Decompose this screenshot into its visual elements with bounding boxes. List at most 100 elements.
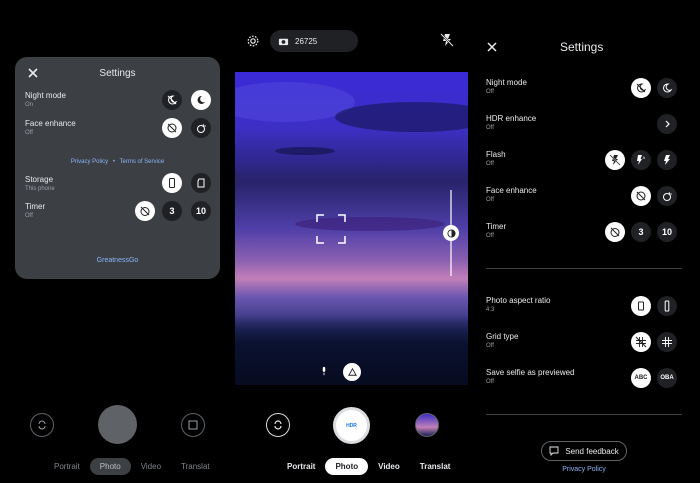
face-enhance-value: Off <box>486 197 494 203</box>
sd-card-icon[interactable] <box>191 173 211 193</box>
night-mode-on-icon[interactable] <box>657 78 677 98</box>
night-mode-value: Off <box>486 89 494 95</box>
grid-type-row: Grid type Off <box>486 332 518 349</box>
mode-translate[interactable]: Translat <box>410 458 461 475</box>
photo-count: 26725 <box>295 36 318 46</box>
storage-value: This phone <box>25 186 55 192</box>
save-selfie-value: Off <box>486 379 494 385</box>
sky-cloud <box>335 102 468 132</box>
flash-off-icon[interactable] <box>605 150 625 170</box>
mode-portrait-left[interactable]: Portrait <box>44 458 90 475</box>
timer-3s-option[interactable]: 3 <box>162 201 182 221</box>
aspect-4-3-icon[interactable] <box>631 296 651 316</box>
mode-photo-left[interactable]: Photo <box>89 458 131 475</box>
selfie-mirrored-option[interactable]: OBA <box>657 368 677 388</box>
mode-selector-left: Portrait Photo Video Translat <box>44 458 220 475</box>
brand-watermark: GreatnessGo <box>96 257 139 264</box>
camera-viewfinder[interactable] <box>235 72 468 385</box>
face-enhance-on-icon[interactable] <box>191 118 211 138</box>
selfie-as-previewed-option[interactable]: ABC <box>631 368 651 388</box>
legal-links: Privacy Policy • Terms of Service <box>15 159 220 165</box>
save-selfie-row: Save selfie as previewed Off <box>486 368 575 385</box>
chevron-right-icon[interactable] <box>657 114 677 134</box>
grid-off-icon[interactable] <box>631 332 651 352</box>
night-mode-row: Night mode Off <box>486 78 527 95</box>
timer-row: Timer Off <box>25 202 45 219</box>
shutter-button-left[interactable] <box>98 405 137 444</box>
settings-title: Settings <box>560 40 604 54</box>
face-enhance-label: Face enhance <box>486 186 537 195</box>
grid-3x3-icon[interactable] <box>657 332 677 352</box>
timer-3s-label: 3 <box>169 206 175 216</box>
gallery-icon <box>188 420 198 430</box>
shutter-button[interactable]: HDR <box>333 407 370 444</box>
face-enhance-row: Face enhance Off <box>25 119 76 136</box>
hdr-shutter-label: HDR <box>346 422 357 429</box>
timer-row: Timer Off <box>486 222 506 239</box>
terms-link[interactable]: Terms of Service <box>120 159 165 165</box>
flash-on-icon[interactable] <box>657 150 677 170</box>
timer-10s-option[interactable]: 10 <box>657 222 677 242</box>
selfie-as-previewed-label: ABC <box>634 375 648 381</box>
mode-portrait[interactable]: Portrait <box>277 458 325 475</box>
mode-translate-left[interactable]: Translat <box>171 458 220 475</box>
timer-10s-label: 10 <box>661 227 672 237</box>
send-feedback-button[interactable]: Send feedback <box>541 441 627 461</box>
zoom-slider-knob[interactable] <box>443 225 459 241</box>
timer-label: Timer <box>25 202 46 211</box>
switch-camera-button[interactable] <box>266 413 290 437</box>
settings-page: Settings Night mode Off HDR enhance Off … <box>468 0 700 483</box>
face-enhance-on-icon[interactable] <box>657 186 677 206</box>
night-mode-label: Night mode <box>25 91 66 100</box>
timer-10s-option[interactable]: 10 <box>191 201 211 221</box>
screen: Settings Night mode On Face enhance Off <box>0 0 700 483</box>
switch-camera-button-left[interactable] <box>30 413 54 437</box>
switch-camera-icon <box>38 420 46 430</box>
aspect-16-9-icon[interactable] <box>657 296 677 316</box>
night-mode-label: Night mode <box>486 78 527 87</box>
face-enhance-row: Face enhance Off <box>486 186 537 203</box>
night-mode-off-icon[interactable] <box>162 90 182 110</box>
gallery-button-left[interactable] <box>181 413 205 437</box>
flash-label: Flash <box>486 150 506 159</box>
privacy-policy-link[interactable]: Privacy Policy <box>71 159 108 165</box>
flash-row: Flash Off <box>486 150 506 167</box>
face-enhance-value: Off <box>25 130 33 136</box>
section-divider <box>486 268 682 269</box>
aspect-ratio-row: Photo aspect ratio 4:3 <box>486 296 550 313</box>
privacy-policy-link[interactable]: Privacy Policy <box>468 466 700 473</box>
aspect-ratio-label: Photo aspect ratio <box>486 296 551 305</box>
flash-auto-icon[interactable]: A <box>631 150 651 170</box>
face-enhance-off-icon[interactable] <box>631 186 651 206</box>
settings-gear-icon[interactable] <box>245 33 261 49</box>
camera-icon <box>278 38 289 45</box>
shapes-lens-icon[interactable] <box>343 363 361 381</box>
timer-off-icon[interactable] <box>135 201 155 221</box>
hdr-label: HDR enhance <box>486 114 537 123</box>
feedback-icon <box>549 446 559 456</box>
night-mode-off-icon[interactable] <box>631 78 651 98</box>
center-camera-view: 26725 HDR Portrait Photo Video Translat <box>235 0 468 483</box>
gallery-thumbnail[interactable] <box>415 413 439 437</box>
timer-10s-label: 10 <box>195 206 206 216</box>
mode-video-left[interactable]: Video <box>131 458 171 475</box>
close-icon[interactable] <box>486 41 498 53</box>
mode-video[interactable]: Video <box>368 458 410 475</box>
phone-storage-icon[interactable] <box>162 173 182 193</box>
hdr-value: Off <box>486 125 494 131</box>
flash-off-icon[interactable] <box>440 33 454 47</box>
focus-frame-icon <box>316 214 346 244</box>
night-mode-value: On <box>25 102 34 108</box>
timer-off-icon[interactable] <box>605 222 625 242</box>
flash-value: Off <box>486 161 494 167</box>
face-enhance-off-icon[interactable] <box>162 118 182 138</box>
hdr-row[interactable]: HDR enhance Off <box>486 114 536 131</box>
photo-count-pill: 26725 <box>270 30 358 52</box>
timer-3s-option[interactable]: 3 <box>631 222 651 242</box>
night-mode-on-icon[interactable] <box>191 90 211 110</box>
mode-photo[interactable]: Photo <box>325 458 369 475</box>
settings-popup: Settings Night mode On Face enhance Off <box>15 57 220 279</box>
mic-icon[interactable] <box>316 363 332 379</box>
timer-value: Off <box>486 233 494 239</box>
mode-selector: Portrait Photo Video Translat <box>277 458 460 475</box>
